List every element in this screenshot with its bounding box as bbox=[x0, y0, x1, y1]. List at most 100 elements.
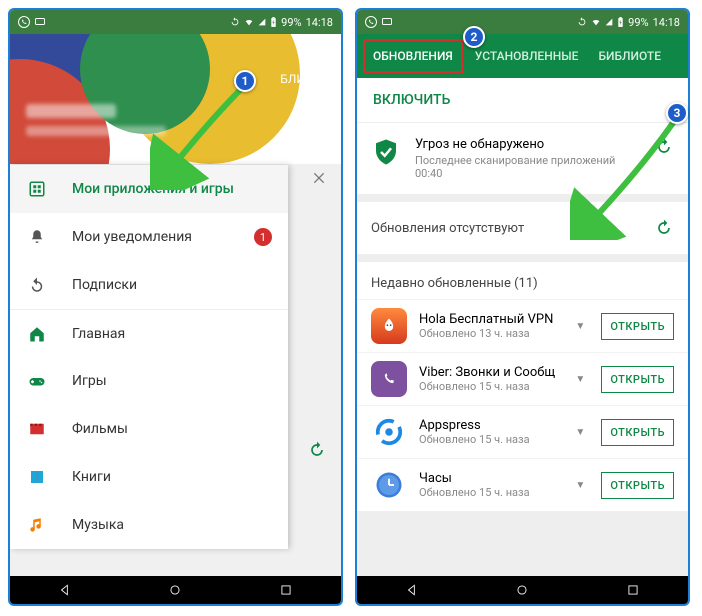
signal-icon bbox=[605, 17, 613, 27]
chevron-down-icon[interactable]: ▼ bbox=[575, 374, 585, 385]
refresh-icon[interactable] bbox=[654, 137, 674, 157]
menu-label: Игры bbox=[72, 373, 107, 389]
tab-library[interactable]: БИБЛИОТЕ bbox=[590, 41, 669, 71]
menu-books[interactable]: Книги bbox=[10, 453, 288, 501]
android-navbar bbox=[357, 576, 688, 604]
back-button[interactable] bbox=[56, 581, 74, 599]
app-icon-hola bbox=[371, 308, 407, 344]
callout-2: 2 bbox=[463, 26, 485, 48]
home-button[interactable] bbox=[513, 581, 531, 599]
open-button[interactable]: ОТКРЫТЬ bbox=[601, 313, 674, 340]
app-sub: Обновлено 13 ч. наза bbox=[419, 327, 559, 340]
status-bar: 99% 14:18 bbox=[357, 10, 688, 34]
menu-notifications[interactable]: Мои уведомления 1 bbox=[10, 213, 288, 261]
app-icon-appspress bbox=[371, 414, 407, 450]
message-icon bbox=[34, 16, 46, 28]
callout-3: 3 bbox=[666, 102, 688, 124]
viber-icon bbox=[18, 16, 30, 28]
viber-icon bbox=[365, 16, 377, 28]
shield-icon bbox=[371, 137, 401, 167]
app-row[interactable]: Appspress Обновлено 15 ч. наза ▼ ОТКРЫТЬ bbox=[357, 405, 688, 458]
refresh-icon bbox=[26, 276, 48, 294]
menu-label: Мои приложения и игры bbox=[72, 181, 234, 197]
nav-drawer: Мои приложения и игры Мои уведомления 1 … bbox=[10, 165, 288, 549]
menu-label: Фильмы bbox=[72, 421, 128, 437]
status-bar: 99% 14:18 bbox=[10, 10, 341, 34]
message-icon bbox=[381, 16, 393, 28]
menu-subscriptions[interactable]: Подписки bbox=[10, 261, 288, 309]
gamepad-icon bbox=[26, 372, 48, 390]
app-sub: Обновлено 15 ч. наза bbox=[419, 486, 559, 499]
menu-music[interactable]: Музыка bbox=[10, 501, 288, 549]
menu-home[interactable]: Главная bbox=[10, 309, 288, 357]
tabs: ОБНОВЛЕНИЯ УСТАНОВЛЕННЫЕ БИБЛИОТЕ bbox=[357, 34, 688, 78]
book-icon bbox=[26, 468, 48, 486]
clock: 14:18 bbox=[653, 16, 680, 29]
wifi-icon bbox=[244, 17, 254, 27]
open-button[interactable]: ОТКРЫТЬ bbox=[601, 472, 674, 499]
app-name: Viber: Звонки и Сообщ bbox=[419, 365, 559, 380]
scan-title: Угроз не обнаружено bbox=[415, 137, 640, 152]
movie-icon bbox=[26, 420, 48, 438]
battery-icon bbox=[270, 17, 277, 28]
phone-left: 99% 14:18 БЛИОТЕ bbox=[8, 8, 343, 606]
app-row[interactable]: Часы Обновлено 15 ч. наза ▼ ОТКРЫТЬ bbox=[357, 458, 688, 511]
drawer-header bbox=[10, 34, 341, 164]
menu-games[interactable]: Игры bbox=[10, 357, 288, 405]
sync-icon bbox=[230, 17, 240, 27]
signal-icon bbox=[258, 17, 266, 27]
battery-icon bbox=[617, 17, 624, 28]
app-sub: Обновлено 15 ч. наза bbox=[419, 433, 559, 446]
bell-icon bbox=[26, 228, 48, 246]
menu-movies[interactable]: Фильмы bbox=[10, 405, 288, 453]
chevron-down-icon[interactable]: ▼ bbox=[575, 427, 585, 438]
tab-updates[interactable]: ОБНОВЛЕНИЯ bbox=[363, 39, 463, 73]
android-navbar bbox=[10, 576, 341, 604]
sync-icon bbox=[577, 17, 587, 27]
back-button[interactable] bbox=[403, 581, 421, 599]
bg-refresh-icon[interactable] bbox=[307, 440, 327, 460]
callout-1: 1 bbox=[234, 70, 256, 92]
scan-subtitle: Последнее сканирование приложений 00:40 bbox=[415, 154, 640, 180]
app-name: Часы bbox=[419, 471, 559, 486]
app-row[interactable]: Hola Бесплатный VPN Обновлено 13 ч. наза… bbox=[357, 299, 688, 352]
recent-button[interactable] bbox=[624, 581, 642, 599]
notification-badge: 1 bbox=[254, 228, 272, 246]
apps-icon bbox=[26, 180, 48, 198]
menu-label: Музыка bbox=[72, 517, 124, 533]
no-updates-label: Обновления отсутствуют bbox=[371, 221, 654, 236]
menu-label: Мои уведомления bbox=[72, 229, 192, 245]
refresh-icon[interactable] bbox=[654, 218, 674, 238]
app-name: Appspress bbox=[419, 418, 559, 433]
updates-body: ВКЛЮЧИТЬ Угроз не обнаружено Последнее с… bbox=[357, 78, 688, 576]
menu-label: Книги bbox=[72, 469, 111, 485]
scan-status[interactable]: Угроз не обнаружено Последнее сканирован… bbox=[357, 123, 688, 194]
home-button[interactable] bbox=[166, 581, 184, 599]
app-icon-clock bbox=[371, 467, 407, 503]
app-name: Hola Бесплатный VPN bbox=[419, 312, 559, 327]
music-icon bbox=[26, 516, 48, 534]
open-button[interactable]: ОТКРЫТЬ bbox=[601, 419, 674, 446]
chevron-down-icon[interactable]: ▼ bbox=[575, 321, 585, 332]
battery-pct: 99% bbox=[628, 16, 648, 29]
wifi-icon bbox=[591, 17, 601, 27]
no-updates-row: Обновления отсутствуют bbox=[357, 202, 688, 254]
home-icon bbox=[26, 325, 48, 343]
enable-link[interactable]: ВКЛЮЧИТЬ bbox=[357, 78, 688, 123]
phone-right: 99% 14:18 ОБНОВЛЕНИЯ УСТАНОВЛЕННЫЕ БИБЛИ… bbox=[355, 8, 690, 606]
bg-tab-partial: БЛИОТЕ bbox=[280, 72, 327, 86]
app-row[interactable]: Viber: Звонки и Сообщ Обновлено 15 ч. на… bbox=[357, 352, 688, 405]
battery-pct: 99% bbox=[281, 16, 301, 29]
menu-my-apps[interactable]: Мои приложения и игры bbox=[10, 165, 288, 213]
close-icon[interactable] bbox=[311, 170, 327, 186]
menu-label: Главная bbox=[72, 326, 125, 342]
open-button[interactable]: ОТКРЫТЬ bbox=[601, 366, 674, 393]
clock: 14:18 bbox=[306, 16, 333, 29]
recent-button[interactable] bbox=[277, 581, 295, 599]
app-sub: Обновлено 15 ч. наза bbox=[419, 380, 559, 393]
search-icon[interactable] bbox=[307, 46, 327, 66]
recent-header: Недавно обновленные (11) bbox=[357, 262, 688, 299]
app-icon-viber bbox=[371, 361, 407, 397]
chevron-down-icon[interactable]: ▼ bbox=[575, 480, 585, 491]
menu-label: Подписки bbox=[72, 277, 137, 293]
